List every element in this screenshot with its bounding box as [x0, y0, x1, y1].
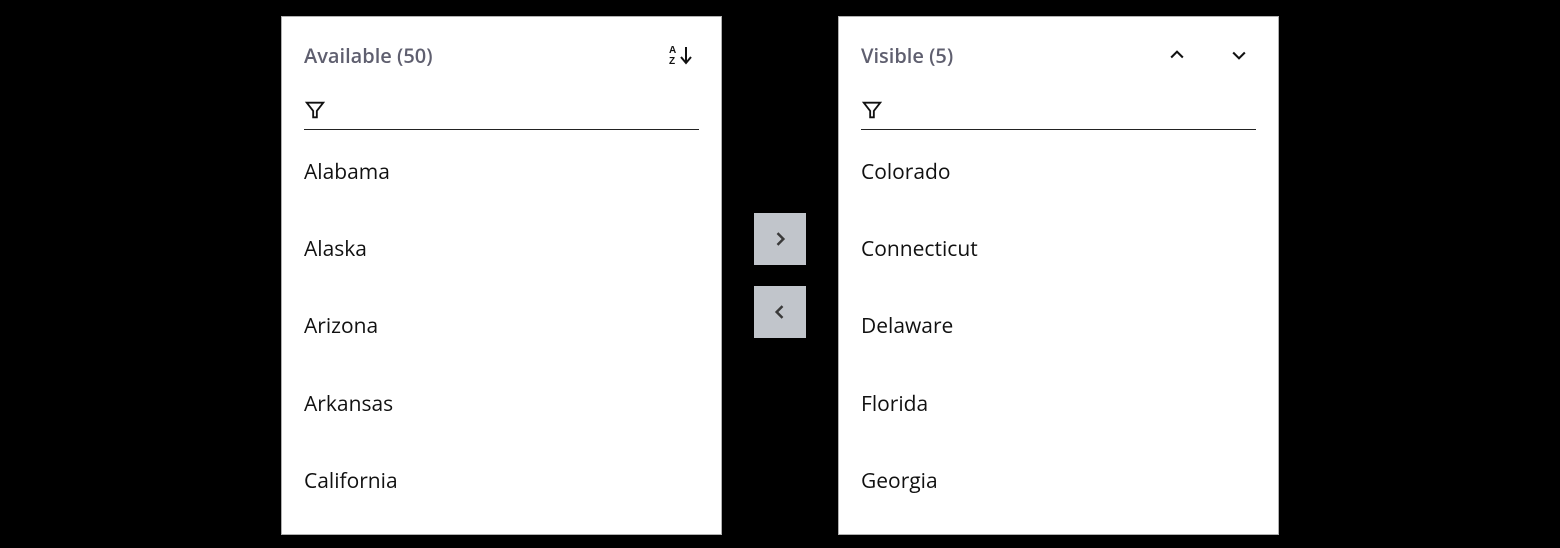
list-item[interactable]: Alabama — [304, 160, 699, 237]
visible-filter-row — [861, 99, 1256, 130]
list-item[interactable]: Georgia — [861, 469, 1256, 534]
filter-icon — [861, 99, 883, 121]
available-filter-input[interactable] — [336, 99, 699, 121]
move-up-button[interactable] — [1160, 41, 1194, 69]
sort-az-icon: A Z — [669, 44, 695, 66]
sort-az-button[interactable]: A Z — [665, 40, 699, 70]
move-left-button[interactable] — [754, 286, 806, 338]
visible-title: Visible (5) — [861, 42, 953, 69]
visible-header-actions — [1160, 41, 1256, 69]
svg-text:Z: Z — [669, 56, 675, 66]
filter-icon — [304, 99, 326, 121]
list-item[interactable]: California — [304, 469, 699, 534]
list-item[interactable]: Alaska — [304, 237, 699, 314]
available-header-actions: A Z — [665, 40, 699, 70]
available-panel: Available (50) A Z Alabama Alaska — [281, 16, 722, 535]
chevron-right-icon — [770, 229, 790, 249]
available-header: Available (50) A Z — [282, 17, 721, 75]
move-down-button[interactable] — [1222, 41, 1256, 69]
list-item[interactable]: Colorado — [861, 160, 1256, 237]
list-item[interactable]: Arkansas — [304, 392, 699, 469]
chevron-left-icon — [770, 302, 790, 322]
visible-list: Colorado Connecticut Delaware Florida Ge… — [839, 130, 1278, 534]
move-right-button[interactable] — [754, 213, 806, 265]
list-item[interactable]: Florida — [861, 392, 1256, 469]
list-item[interactable]: Connecticut — [861, 237, 1256, 314]
chevron-up-icon — [1164, 45, 1190, 65]
transfer-controls — [722, 213, 838, 338]
available-title: Available (50) — [304, 42, 433, 69]
available-filter-row — [304, 99, 699, 130]
visible-filter-input[interactable] — [893, 99, 1256, 121]
dual-list-container: Available (50) A Z Alabama Alaska — [281, 16, 1279, 535]
available-list: Alabama Alaska Arizona Arkansas Californ… — [282, 130, 721, 534]
svg-text:A: A — [669, 45, 676, 56]
visible-panel: Visible (5) Colorado — [838, 16, 1279, 535]
chevron-down-icon — [1226, 45, 1252, 65]
visible-header: Visible (5) — [839, 17, 1278, 75]
list-item[interactable]: Delaware — [861, 314, 1256, 391]
list-item[interactable]: Arizona — [304, 314, 699, 391]
